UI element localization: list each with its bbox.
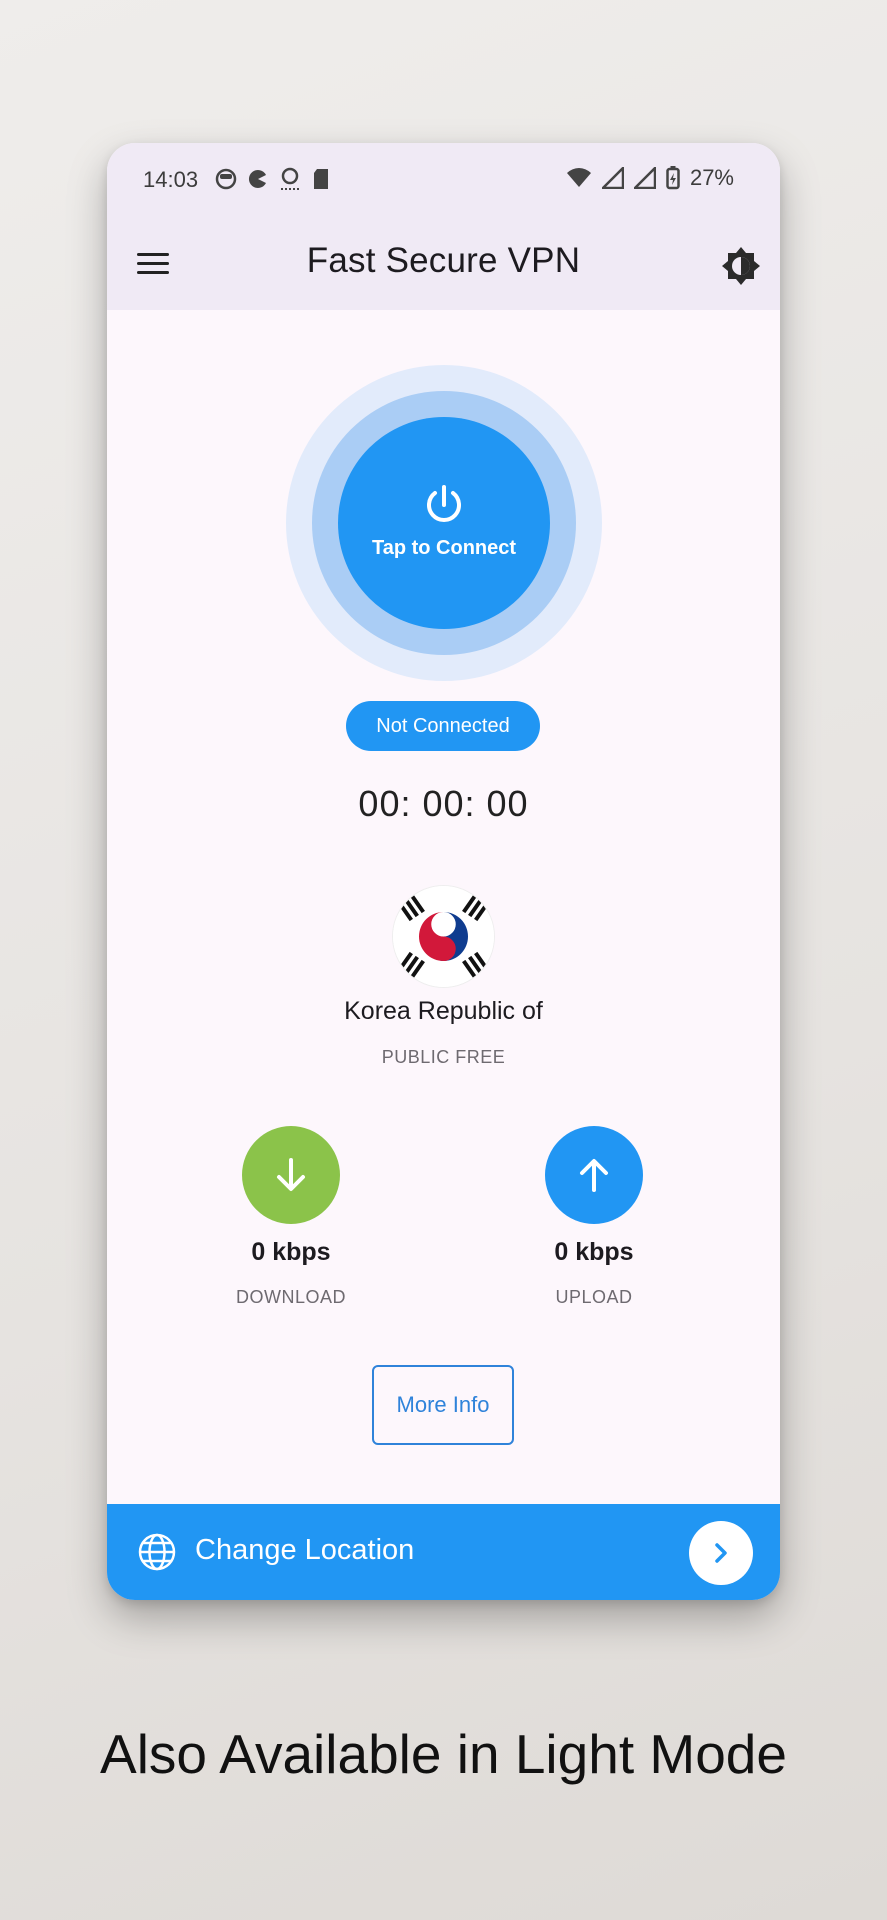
connect-button[interactable]: Tap to Connect (338, 417, 550, 629)
change-location-button[interactable] (689, 1521, 753, 1585)
change-location-bar[interactable]: Change Location (107, 1504, 780, 1600)
upload-speed: 0 kbps (554, 1238, 634, 1266)
signal-icon (633, 167, 656, 189)
accessibility-icon (281, 167, 299, 190)
upload-stat: 0 kbps UPLOAD (494, 1126, 694, 1308)
brightness-icon (722, 247, 760, 285)
connect-rings: Tap to Connect (286, 365, 602, 681)
app-bar: Fast Secure VPN (107, 219, 780, 310)
battery-icon (666, 166, 680, 190)
wifi-icon (566, 168, 591, 187)
pacman-icon (248, 170, 266, 188)
south-korea-flag-icon (393, 886, 494, 987)
download-speed: 0 kbps (251, 1238, 331, 1266)
connection-timer: 00: 00: 00 (358, 783, 529, 824)
status-bar: 14:03 27% (107, 143, 780, 219)
power-icon (427, 485, 461, 522)
theme-toggle-button[interactable] (720, 245, 762, 287)
download-label: DOWNLOAD (235, 1287, 346, 1307)
app-title: Fast Secure VPN (306, 241, 581, 280)
server-country: Korea Republic of (344, 997, 543, 1025)
notification-icons (215, 167, 330, 191)
server-type: PUBLIC FREE (381, 1047, 506, 1067)
more-info-button[interactable]: More Info (372, 1365, 514, 1445)
signal-icon (601, 167, 624, 189)
phone-screen: 14:03 27% Fast Secure VPN Tap to Connect… (107, 143, 780, 1600)
status-badge: Not Connected (346, 701, 540, 751)
arrow-up-icon (580, 1159, 608, 1192)
change-location-label: Change Location (195, 1534, 415, 1566)
chevron-right-icon (715, 1543, 727, 1563)
promo-caption: Also Available in Light Mode (100, 1723, 787, 1785)
status-time: 14:03 (143, 167, 199, 192)
upload-circle (545, 1126, 643, 1224)
upload-label: UPLOAD (555, 1287, 633, 1307)
download-stat: 0 kbps DOWNLOAD (191, 1126, 391, 1308)
battery-percent: 27% (689, 165, 734, 190)
arrow-down-icon (277, 1158, 305, 1191)
face-icon (215, 168, 237, 190)
system-icons: 27% (566, 165, 734, 191)
sd-card-icon (314, 169, 328, 189)
globe-icon (138, 1533, 176, 1571)
download-circle (242, 1126, 340, 1224)
connect-label: Tap to Connect (371, 537, 517, 559)
